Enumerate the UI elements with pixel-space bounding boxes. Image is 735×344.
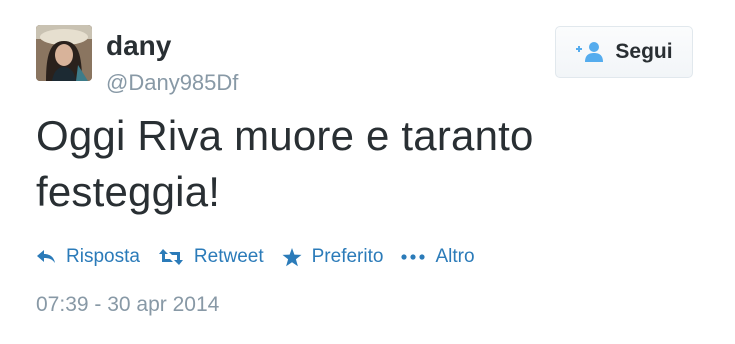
follow-label: Segui [615, 40, 673, 63]
reply-label: Risposta [66, 246, 140, 267]
more-label: Altro [435, 246, 475, 267]
tweet-timestamp[interactable]: 07:39 - 30 apr 2014 [36, 292, 219, 318]
favorite-label: Preferito [311, 246, 384, 267]
tweet-text: Oggi Riva muore e taranto festeggia! [36, 112, 534, 215]
tweet-actions: Risposta Retweet Preferito Altro [36, 244, 493, 270]
reply-icon [36, 249, 56, 265]
more-icon [401, 253, 426, 261]
more-button[interactable]: Altro [401, 246, 475, 268]
star-icon [282, 247, 302, 267]
add-user-icon [575, 41, 605, 63]
retweet-icon [158, 248, 184, 266]
favorite-button[interactable]: Preferito [282, 246, 384, 268]
avatar[interactable] [36, 25, 92, 81]
display-name[interactable]: dany [106, 30, 171, 62]
reply-button[interactable]: Risposta [36, 246, 140, 268]
follow-button[interactable]: Segui [555, 26, 693, 78]
tweet-card: dany @Dany985Df Segui Oggi Riva muore e … [0, 0, 735, 344]
retweet-button[interactable]: Retweet [158, 246, 264, 268]
username[interactable]: @Dany985Df [106, 70, 238, 96]
retweet-label: Retweet [193, 246, 264, 267]
